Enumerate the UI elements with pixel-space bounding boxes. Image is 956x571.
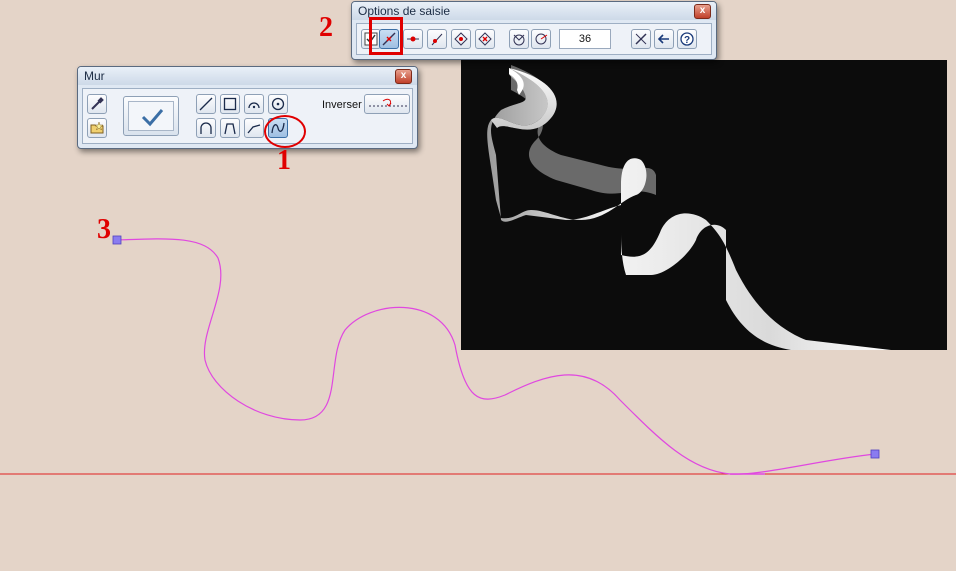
arc-button[interactable] xyxy=(244,94,264,114)
polyline-icon xyxy=(247,124,261,134)
start-point-handle[interactable] xyxy=(112,235,122,245)
snap-midpoint-button[interactable] xyxy=(403,29,423,49)
circle-button[interactable] xyxy=(268,94,288,114)
rectangle-icon xyxy=(223,97,237,111)
arch-icon xyxy=(200,122,212,134)
mur-title: Mur xyxy=(84,69,105,83)
no-snap-icon xyxy=(635,33,647,45)
snap-perpendicular-button[interactable] xyxy=(427,29,447,49)
trapezoid-icon xyxy=(224,123,236,135)
help-icon: ? xyxy=(680,32,694,46)
line-button[interactable] xyxy=(196,94,216,114)
polar-button[interactable] xyxy=(509,29,529,49)
snap-center-button[interactable] xyxy=(475,29,495,49)
options-title: Options de saisie xyxy=(358,4,451,18)
circle-icon xyxy=(271,97,285,111)
mur-toolbar: Inverser xyxy=(82,88,413,144)
mur-close-button[interactable]: x xyxy=(395,69,412,84)
snap-grid-button[interactable] xyxy=(451,29,471,49)
snap-center-icon xyxy=(478,32,492,46)
rectangle-button[interactable] xyxy=(220,94,240,114)
back-arrow-icon xyxy=(657,34,669,44)
validate-button[interactable] xyxy=(123,96,179,136)
folder-star-button[interactable] xyxy=(87,118,107,138)
annotation-2: 2 xyxy=(319,12,333,43)
angle-input[interactable]: 36 xyxy=(559,29,611,49)
angle-icon xyxy=(535,33,548,45)
trapezoid-button[interactable] xyxy=(220,118,240,138)
angle-button[interactable] xyxy=(531,29,551,49)
annotation-1: 1 xyxy=(277,145,291,176)
inverser-button[interactable] xyxy=(364,94,410,114)
no-snap-button[interactable] xyxy=(631,29,651,49)
inverser-label: Inverser xyxy=(322,99,362,111)
end-point-handle[interactable] xyxy=(870,449,880,459)
3d-wall-preview-icon xyxy=(487,65,891,350)
polyline-button[interactable] xyxy=(244,118,264,138)
3d-preview-panel xyxy=(461,60,947,350)
inverser-icon xyxy=(369,98,407,107)
svg-text:?: ? xyxy=(684,35,690,46)
options-close-button[interactable]: x xyxy=(694,4,711,19)
options-titlebar[interactable]: Options de saisie x xyxy=(352,2,716,20)
highlight-box-2 xyxy=(369,17,403,55)
arc-icon xyxy=(248,102,260,109)
help-button[interactable]: ? xyxy=(677,29,697,49)
arch-button[interactable] xyxy=(196,118,216,138)
validate-icon xyxy=(141,109,164,127)
eyedropper-button[interactable] xyxy=(87,94,107,114)
options-window[interactable]: Options de saisie x 36 ? xyxy=(351,1,717,60)
line-icon xyxy=(199,97,213,111)
annotation-3: 3 xyxy=(97,214,111,245)
back-arrow-button[interactable] xyxy=(654,29,674,49)
options-toolbar: 36 ? xyxy=(356,23,712,55)
snap-perpendicular-icon xyxy=(431,33,443,46)
snap-grid-icon xyxy=(454,32,468,46)
mur-titlebar[interactable]: Mur x xyxy=(78,67,417,85)
mur-window[interactable]: Mur x Inverser xyxy=(77,66,418,149)
snap-midpoint-icon xyxy=(407,36,419,42)
polar-icon xyxy=(513,34,525,46)
highlight-ellipse-1 xyxy=(264,115,306,148)
folder-star-icon xyxy=(90,121,104,134)
eyedropper-icon xyxy=(91,97,104,110)
